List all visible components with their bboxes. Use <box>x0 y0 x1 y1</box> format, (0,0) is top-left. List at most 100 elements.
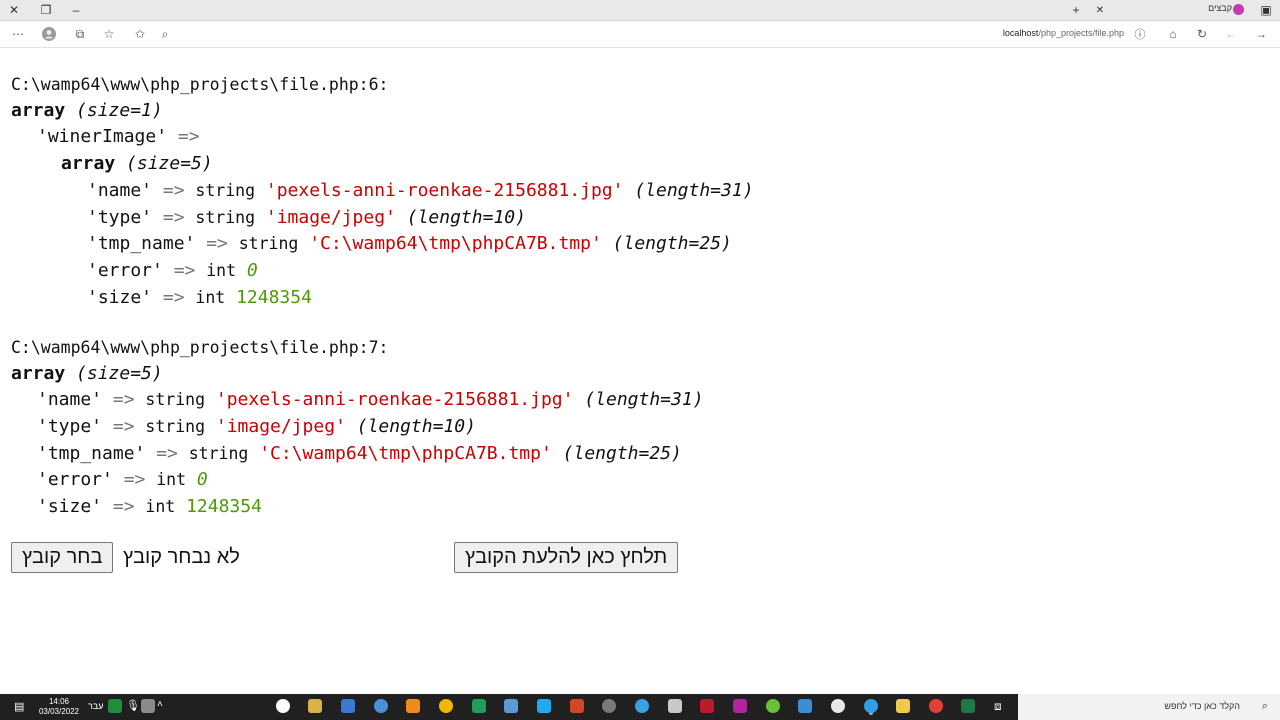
dump1-row-tmp-name: 'tmp_name' => string 'C:\wamp64\tmp\phpC… <box>87 233 732 255</box>
microphone-icon[interactable]: 🎙 <box>126 699 140 713</box>
minimize-window-icon[interactable]: – <box>62 0 90 20</box>
arrow: => <box>206 233 228 254</box>
search-icon: ⌕ <box>1261 700 1268 712</box>
arrow: => <box>162 207 185 228</box>
forward-icon[interactable]: ← <box>1222 25 1240 43</box>
row-value: 1248354 <box>186 496 262 517</box>
row-length: (length=31) <box>584 389 704 410</box>
row-type: int <box>156 470 187 489</box>
app-icon[interactable] <box>472 699 486 713</box>
close-tab-icon[interactable]: ✕ <box>1086 0 1114 20</box>
excel-icon[interactable] <box>961 699 975 713</box>
notification-icon[interactable]: ▤ <box>14 700 28 714</box>
profile-icon[interactable] <box>40 25 58 43</box>
site-info-icon[interactable]: ⓘ <box>1131 25 1149 43</box>
dump2-row-error: 'error' => int 0 <box>37 469 208 491</box>
row-value: 'image/jpeg' <box>265 207 396 228</box>
app-icon[interactable] <box>668 699 682 713</box>
row-type: int <box>206 261 237 280</box>
row-key: 'type' <box>87 207 153 228</box>
back-icon[interactable]: → <box>1252 25 1270 43</box>
dump1-array-header: array (size=1) <box>11 100 163 122</box>
dump1-inner-array-size: (size=5) <box>126 153 213 174</box>
app-icon[interactable] <box>374 699 388 713</box>
arrow: => <box>177 126 200 147</box>
arrow: => <box>112 389 135 410</box>
dump2-array-keyword: array <box>11 363 66 384</box>
app-icon[interactable] <box>341 699 355 713</box>
file-explorer-icon[interactable] <box>896 699 910 713</box>
dump2-array-size: (size=5) <box>76 363 163 384</box>
arrow: => <box>112 416 135 437</box>
row-value: 'pexels-anni-roenkae-2156881.jpg' <box>265 180 624 201</box>
app-icon[interactable] <box>700 699 714 713</box>
url-host: localhost <box>1002 28 1039 38</box>
taskbar-clock[interactable]: 14:06 03/03/2022 <box>34 697 84 717</box>
network-icon[interactable] <box>141 699 155 713</box>
taskbar-search-box[interactable]: הקלד כאן כדי לחפש ⌕ <box>1018 694 1280 720</box>
arrow: => <box>123 469 146 490</box>
chrome-icon[interactable] <box>929 699 943 713</box>
no-file-selected-text: לא נבחר קובץ <box>123 546 240 568</box>
app-icon[interactable] <box>308 699 322 713</box>
row-key: 'error' <box>87 260 163 281</box>
dump1-array-size: (size=1) <box>76 100 163 121</box>
powerpoint-icon[interactable] <box>570 699 584 713</box>
dump1-inner-array-keyword: array <box>61 153 116 174</box>
row-type: string <box>145 417 206 436</box>
row-key: 'size' <box>87 287 153 308</box>
tab-title[interactable]: קבצים <box>1208 3 1232 13</box>
more-menu-icon[interactable]: ⋯ <box>9 25 27 43</box>
tab-actions-icon[interactable]: ▣ <box>1252 0 1280 20</box>
row-value: 'pexels-anni-roenkae-2156881.jpg' <box>215 389 574 410</box>
dump1-array-keyword: array <box>11 100 66 121</box>
tab-favicon-icon <box>1233 4 1244 15</box>
dump2-row-size: 'size' => int 1248354 <box>37 496 262 518</box>
edge-icon[interactable] <box>864 699 878 713</box>
upload-submit-button[interactable]: תלחץ כאן להלעת הקובץ <box>454 542 679 573</box>
favorites-icon[interactable]: ☆ <box>100 25 118 43</box>
app-icon[interactable] <box>831 699 845 713</box>
home-icon[interactable]: ⌂ <box>1164 25 1182 43</box>
zoom-icon[interactable]: ⌕ <box>156 25 174 43</box>
url-field[interactable]: localhost/php_projects/file.php <box>1003 28 1124 38</box>
row-key: 'size' <box>37 496 103 517</box>
arrow: => <box>162 180 185 201</box>
language-indicator[interactable]: עבר <box>88 701 103 711</box>
close-window-icon[interactable]: ✕ <box>0 0 28 20</box>
restore-window-icon[interactable]: ❐ <box>32 0 60 20</box>
refresh-icon[interactable]: ↻ <box>1193 25 1211 43</box>
address-bar: ⋯ ⧉ ☆ ✩ ⌕ localhost/php_projects/file.ph… <box>0 21 1280 48</box>
task-view-icon[interactable]: ⧈ <box>994 699 1008 713</box>
arrow: => <box>156 443 178 464</box>
taskbar-search-placeholder: הקלד כאן כדי לחפש <box>1164 701 1240 711</box>
clock-app-icon[interactable] <box>276 699 290 713</box>
app-icon[interactable] <box>439 699 453 713</box>
vlc-icon[interactable] <box>406 699 420 713</box>
arrow: => <box>173 260 196 281</box>
collections-icon[interactable]: ⧉ <box>71 25 89 43</box>
row-type: string <box>145 390 206 409</box>
row-length: (length=25) <box>612 233 732 254</box>
row-key: 'type' <box>37 416 103 437</box>
show-hidden-icons-icon[interactable]: ˄ <box>157 699 171 713</box>
add-favorite-icon[interactable]: ✩ <box>131 25 149 43</box>
dump1-path: C:\wamp64\www\php_projects\file.php:6: <box>11 75 389 94</box>
row-value: 'C:\wamp64\tmp\phpCA7B.tmp' <box>259 443 552 464</box>
app-icon[interactable] <box>798 699 812 713</box>
choose-file-button[interactable]: בחר קובץ <box>11 542 114 573</box>
app-icon[interactable] <box>602 699 616 713</box>
row-value: 'C:\wamp64\tmp\phpCA7B.tmp' <box>309 233 602 254</box>
browser-title-bar: ✕ ❐ – + ✕ קבצים ▣ <box>0 0 1280 21</box>
row-key: 'tmp_name' <box>37 443 146 464</box>
app-icon[interactable] <box>504 699 518 713</box>
arrow: => <box>162 287 185 308</box>
app-icon[interactable] <box>635 699 649 713</box>
row-type: string <box>238 234 299 253</box>
vscode-icon[interactable] <box>537 699 551 713</box>
app-icon[interactable] <box>733 699 747 713</box>
app-icon[interactable] <box>766 699 780 713</box>
row-value: 0 <box>246 260 258 281</box>
dump2-array-header: array (size=5) <box>11 363 163 385</box>
tray-app-icon[interactable] <box>108 699 122 713</box>
